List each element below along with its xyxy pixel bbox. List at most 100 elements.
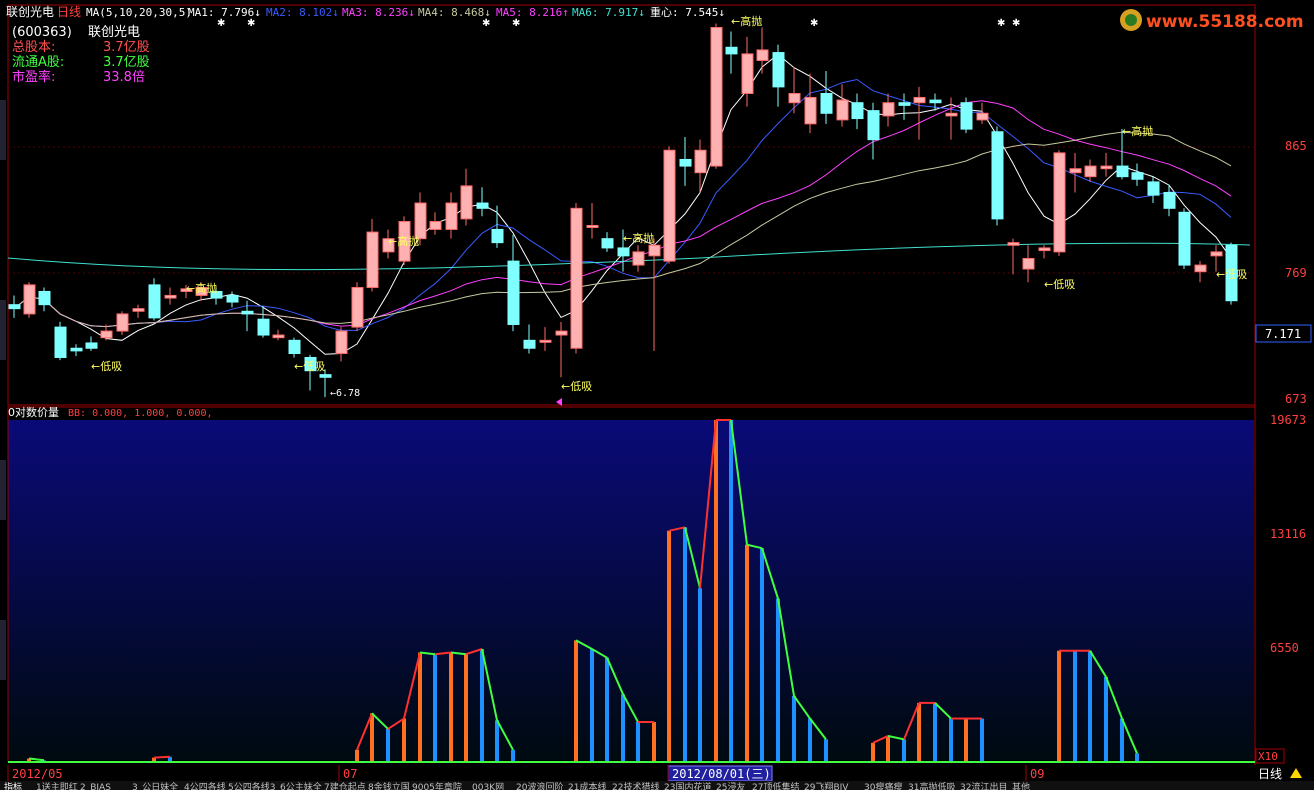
candle-down <box>38 290 51 306</box>
buy-signal-label: ←低吸 <box>1216 268 1247 281</box>
site-logo: www.55188.com <box>1120 9 1304 32</box>
volume-bar <box>886 735 890 762</box>
candle-down <box>148 284 161 319</box>
candle-up <box>1022 257 1035 270</box>
volume-bar <box>636 722 640 762</box>
toolbar-item[interactable]: 25浸友 <box>716 781 745 790</box>
volume-bar <box>902 739 906 762</box>
volume-bar <box>949 718 953 762</box>
candle-down <box>617 247 630 257</box>
candle-down <box>257 318 270 336</box>
star-icon: ✱ <box>1012 18 1020 29</box>
toolbar-item[interactable]: 4公四各线 <box>184 781 226 790</box>
volume-bar <box>402 718 406 762</box>
sell-signal-label: ←高抛 <box>623 231 654 245</box>
candle-up <box>882 102 895 117</box>
toolbar-item[interactable]: 6公主妹全 <box>280 781 322 790</box>
volume-bar <box>355 749 359 762</box>
candle-down <box>851 102 864 120</box>
volume-bar <box>652 722 656 762</box>
candle-up <box>555 330 568 336</box>
x-axis-bar <box>0 765 1314 781</box>
info-label: 市盈率: <box>12 69 55 85</box>
sell-signal-label: ←高抛 <box>1122 124 1153 138</box>
candle-down <box>898 102 911 106</box>
toolbar-tab[interactable]: 指标 <box>4 781 22 790</box>
period-switch-label[interactable]: 日线 <box>1258 767 1282 781</box>
volume-bar <box>370 713 374 762</box>
volume-legend: BB: 0.000, 1.000, 0.000, <box>68 408 213 419</box>
stock-info-name: 联创光电 <box>88 25 140 40</box>
candle-down <box>960 102 973 130</box>
candle-down <box>820 92 833 114</box>
volume-bar <box>464 654 468 762</box>
candle-down <box>523 339 536 349</box>
star-icon: ✱ <box>217 18 225 29</box>
toolbar-item[interactable]: 2_BIAS <box>80 783 111 790</box>
sell-signal-label: ←高抛 <box>388 234 419 248</box>
toolbar-item[interactable]: 20波浪回阶 <box>516 781 563 790</box>
period-label[interactable]: 日线 <box>57 5 81 19</box>
toolbar-item[interactable]: 23国内花道 <box>664 781 711 790</box>
ma-legend-item: MA4: 8.468↓ <box>418 6 491 19</box>
candle-down <box>1178 211 1191 266</box>
volume-bar <box>698 588 702 762</box>
volume-bar <box>511 749 515 762</box>
candle-up <box>788 92 801 104</box>
x-tick-label: 07 <box>343 767 357 781</box>
volume-bar <box>980 718 984 762</box>
low-price-label: ←6.78 <box>330 388 360 399</box>
info-value: 3.7亿股 <box>103 55 150 70</box>
volume-bar <box>386 728 390 762</box>
candle-up <box>945 112 958 117</box>
candle-up <box>445 202 458 230</box>
star-icon: ✱ <box>997 18 1005 29</box>
volume-bar <box>433 654 437 762</box>
info-value: 33.8倍 <box>103 70 145 85</box>
candle-up <box>460 185 473 220</box>
sell-signal-label: ←高抛 <box>186 281 217 295</box>
stock-name: 联创光电 <box>6 5 54 19</box>
toolbar-item[interactable]: 其他 <box>1012 781 1030 790</box>
volume-bar <box>871 742 875 762</box>
toolbar-item[interactable]: 5公四各线3 <box>228 781 275 790</box>
toolbar-item[interactable]: 21成本线 <box>568 781 606 790</box>
x-tick-label: 2012/08/01(三) <box>672 767 771 781</box>
toolbar-item[interactable]: 3_公日妹全 <box>132 781 178 790</box>
candle-down <box>1163 191 1176 209</box>
toolbar-item[interactable]: 1送主即红 <box>36 781 78 790</box>
candle-down <box>319 374 332 378</box>
volume-bar <box>776 598 780 762</box>
candle-up <box>23 284 36 315</box>
toolbar-item[interactable]: 30瘦痛瘦 <box>864 781 902 790</box>
volume-bar <box>480 649 484 762</box>
volume-bar <box>1057 650 1061 762</box>
toolbar-item[interactable]: 7建仓起点 <box>324 781 366 790</box>
candle-up <box>804 96 817 125</box>
ma-legend-item: 重心: 7.545↓ <box>650 5 725 19</box>
candle-up <box>648 244 661 257</box>
toolbar-item[interactable]: 22技术猎线 <box>612 781 659 790</box>
toolbar-item[interactable]: 003K网 <box>472 782 504 790</box>
volume-bar <box>1135 753 1139 762</box>
volume-bar <box>590 649 594 762</box>
volume-bar <box>714 420 718 762</box>
volume-bar <box>683 527 687 762</box>
toolbar-item[interactable]: 27顶低集结 <box>752 781 799 790</box>
ma-legend-item: MA5: 8.216↑ <box>496 6 569 19</box>
toolbar-item[interactable]: 32流江出目 <box>960 781 1007 790</box>
toolbar-item[interactable]: 29飞翔BIV <box>804 781 849 790</box>
toolbar-item[interactable]: 31高抛低吸 <box>908 781 955 790</box>
price-tick-label: 673 <box>1285 392 1307 406</box>
star-icon: ✱ <box>482 18 490 29</box>
volume-tick-label: 6550 <box>1270 641 1299 655</box>
toolbar-item[interactable]: 8金钱立国 <box>368 781 410 790</box>
candle-down <box>8 304 21 310</box>
candle-up <box>164 294 177 299</box>
candle-up <box>429 221 442 230</box>
toolbar-item[interactable]: 9005年章院 <box>412 781 462 790</box>
candle-up <box>100 330 113 339</box>
buy-signal-label: ←低吸 <box>91 360 122 373</box>
candle-down <box>476 202 489 209</box>
volume-title: 0对数价量 <box>8 405 59 419</box>
